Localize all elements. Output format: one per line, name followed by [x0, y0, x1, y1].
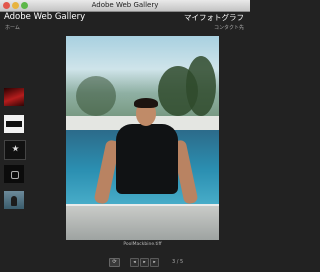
- photo-counter: 3 / 5: [172, 259, 184, 265]
- main-photo: [66, 36, 219, 240]
- person-icon: [11, 196, 17, 206]
- star-icon: [12, 145, 19, 152]
- nav-bar: ホーム コンタクト先: [0, 23, 250, 33]
- nav-home-link[interactable]: ホーム: [5, 24, 20, 31]
- refresh-button[interactable]: ⟳: [109, 258, 120, 267]
- thumbnail-4[interactable]: [4, 165, 24, 183]
- next-button[interactable]: ▸: [150, 258, 159, 267]
- window-titlebar: Adobe Web Gallery: [0, 0, 250, 12]
- thumbnail-3[interactable]: [4, 140, 26, 160]
- gallery-header: Adobe Web Gallery マイフォトグラフ: [0, 12, 250, 23]
- previous-button[interactable]: ◂: [130, 258, 139, 267]
- photo-tree: [186, 56, 216, 116]
- logo-icon: [11, 171, 19, 179]
- text-logo-icon: [6, 121, 22, 127]
- gallery-name: Adobe Web Gallery: [4, 12, 86, 22]
- site-title: マイフォトグラフ: [184, 13, 244, 22]
- photo-caption: PoolMackbine.tiff: [123, 242, 162, 247]
- thumbnail-5[interactable]: [4, 191, 24, 209]
- thumbnail-1[interactable]: [4, 88, 24, 106]
- nav-contact-link[interactable]: コンタクト先: [214, 24, 244, 31]
- window-title: Adobe Web Gallery: [91, 1, 159, 9]
- photo-deck: [66, 206, 219, 240]
- photo-tree: [76, 76, 116, 116]
- play-button[interactable]: ▸: [140, 258, 149, 267]
- photo-person-torso: [116, 124, 178, 194]
- photo-person-hair: [134, 98, 158, 108]
- thumbnail-2[interactable]: [4, 115, 24, 133]
